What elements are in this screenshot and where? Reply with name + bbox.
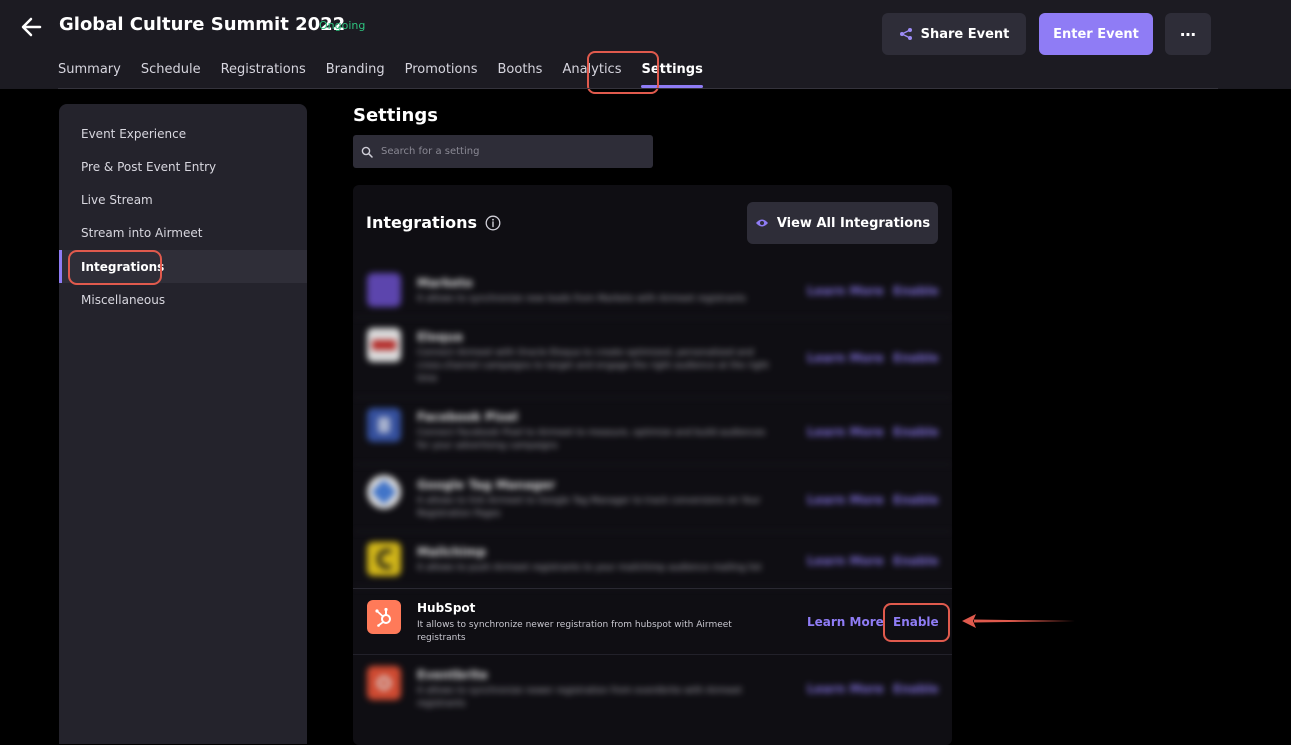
integration-description: Connect Facebook Pixel to Airmeet to mea… [417,428,766,451]
learn-more-link[interactable]: Learn More [807,425,884,439]
learn-more-link[interactable]: Learn More [807,615,884,629]
view-all-integrations-label: View All Integrations [776,215,931,231]
sidebar-item-stream-into-airmeet[interactable]: Stream into Airmeet [59,216,307,249]
eye-icon [755,219,768,227]
enable-highlight [883,603,950,642]
share-event-button[interactable]: Share Event [882,13,1026,55]
integration-description: It allows to push Airmeet registrants to… [417,563,762,573]
integration-row-eventbrite: Eventbrite It allows to synchronize newe… [353,655,952,722]
eventbrite-logo-icon [367,666,401,700]
integration-row-hubspot: HubSpot It allows to synchronize newer r… [353,588,952,655]
integration-row-mailchimp: Mailchimp It allows to push Airmeet regi… [353,532,952,588]
integration-row-eloqua: Eloqua Connect Airmeet with Oracle Eloqu… [353,318,952,398]
header-divider [58,88,1218,89]
share-event-label: Share Event [920,26,1010,42]
integration-name: HubSpot [417,601,476,615]
settings-sidebar: Event Experience Pre & Post Event Entry … [59,104,307,744]
learn-more-link[interactable]: Learn More [807,493,884,507]
integration-name: Eventbrite [417,668,488,682]
sidebar-item-miscellaneous[interactable]: Miscellaneous [59,283,307,316]
integration-name: Google Tag Manager [417,478,556,492]
pointer-arrow-icon [962,614,1075,628]
view-all-integrations-button[interactable]: View All Integrations [747,202,938,244]
integration-description: It allows to link Airmeet to Google Tag … [417,496,761,519]
integration-description: Connect Airmeet with Oracle Eloqua to cr… [417,348,769,384]
top-bar: Global Culture Summit 2022 Ongoing Share… [0,0,1291,94]
integration-name: Facebook Pixel [417,410,518,424]
sidebar-item-pre-post-event-entry[interactable]: Pre & Post Event Entry [59,150,307,183]
integration-description: It allows to synchronize newer registrat… [417,686,742,709]
enable-button[interactable]: Enable [893,284,939,298]
tab-summary[interactable]: Summary [58,62,121,82]
integration-name: Eloqua [417,330,463,344]
more-icon: ⋯ [1180,24,1196,44]
integration-description: It allows to synchronize new leads from … [417,294,746,304]
mailchimp-logo-icon [367,542,401,576]
search-icon [361,146,373,158]
enable-button[interactable]: Enable [893,351,939,365]
back-button[interactable] [18,12,48,42]
learn-more-link[interactable]: Learn More [807,351,884,365]
info-icon[interactable] [485,215,501,231]
tab-promotions[interactable]: Promotions [405,62,478,82]
enable-button[interactable]: Enable [893,493,939,507]
tab-schedule[interactable]: Schedule [141,62,201,82]
search-input[interactable] [379,145,643,158]
enable-button[interactable]: Enable [893,554,939,568]
hubspot-logo-icon [367,600,401,634]
more-options-button[interactable]: ⋯ [1165,13,1211,55]
integration-row-facebook-pixel: Facebook Pixel Connect Facebook Pixel to… [353,398,952,465]
learn-more-link[interactable]: Learn More [807,284,884,298]
eloqua-logo-icon [367,328,401,362]
share-icon [899,28,912,40]
status-badge: Ongoing [319,19,366,32]
integration-name: Mailchimp [417,545,487,559]
integration-row-google-tag-manager: Google Tag Manager It allows to link Air… [353,465,952,532]
enter-event-button[interactable]: Enter Event [1039,13,1153,55]
learn-more-link[interactable]: Learn More [807,682,884,696]
enable-button[interactable]: Enable [893,682,939,696]
page-title: Settings [353,105,438,126]
sidebar-item-event-experience[interactable]: Event Experience [59,117,307,150]
facebook-logo-icon [367,408,401,442]
integration-description: It allows to synchronize newer registrat… [417,620,732,643]
tab-booths[interactable]: Booths [498,62,543,82]
learn-more-link[interactable]: Learn More [807,554,884,568]
tab-branding[interactable]: Branding [326,62,385,82]
event-title: Global Culture Summit 2022 [59,14,346,35]
integrations-heading: Integrations [366,213,501,232]
integrations-heading-label: Integrations [366,213,478,232]
integration-name: Marketo [417,276,473,290]
google-tag-manager-logo-icon [367,475,401,509]
integrations-highlight [68,250,162,285]
sidebar-item-live-stream[interactable]: Live Stream [59,183,307,216]
integration-row-marketo: Marketo It allows to synchronize new lea… [353,262,952,318]
enable-button[interactable]: Enable [893,425,939,439]
search-box [353,135,653,168]
marketo-logo-icon [367,273,401,307]
arrow-left-icon [21,17,42,37]
tab-registrations[interactable]: Registrations [221,62,306,82]
